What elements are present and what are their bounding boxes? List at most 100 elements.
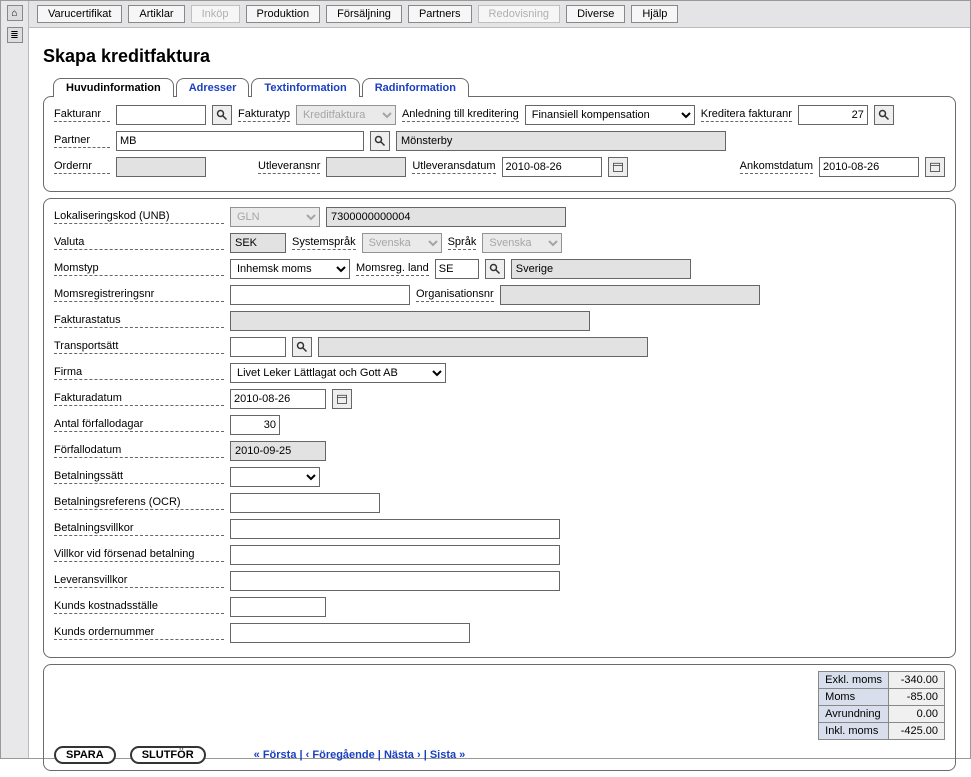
home-icon[interactable]: ⌂ [7,5,23,21]
menu-diverse[interactable]: Diverse [566,5,625,23]
fakturadatum-input[interactable] [230,389,326,409]
leveransvillkor-label: Leveransvillkor [54,574,224,588]
kundorder-input[interactable] [230,623,470,643]
ankomstdatum-input[interactable] [819,157,919,177]
momstyp-select[interactable]: Inhemsk moms [230,259,350,279]
menu-produktion[interactable]: Produktion [246,5,321,23]
leveransvillkor-input[interactable] [230,571,560,591]
fakturanr-input[interactable] [116,105,206,125]
forsenad-input[interactable] [230,545,560,565]
systemsprak-label: Systemspråk [292,236,356,250]
avr-value: 0.00 [889,706,945,723]
exkl-label: Exkl. moms [819,672,889,689]
header-panel: Fakturanr Fakturatyp Kreditfaktura Anled… [43,96,956,192]
betalningsvillkor-label: Betalningsvillkor [54,522,224,536]
forfallodatum-display: 2010-09-25 [230,441,326,461]
avr-label: Avrundning [819,706,889,723]
menu-hjalp[interactable]: Hjälp [631,5,678,23]
footer-bar: SPARA SLUTFÖR « Första | ‹ Föregående | … [54,746,945,764]
momsreg-land-input[interactable] [435,259,479,279]
tab-adresser[interactable]: Adresser [176,78,250,97]
lokkod-label: Lokaliseringskod (UNB) [54,210,224,224]
nav-prev[interactable]: ‹ Föregående [306,749,375,761]
menu-bar: Varucertifikat Artiklar Inköp Produktion… [29,1,970,28]
nav-last[interactable]: Sista » [430,749,465,761]
utleveransdatum-input[interactable] [502,157,602,177]
momsreg-land-label: Momsreg. land [356,262,429,276]
ordernr-label: Ordernr [54,160,110,174]
kostnadsstalle-label: Kunds kostnadsställe [54,600,224,614]
app-window: ⌂ ≣ Varucertifikat Artiklar Inköp Produk… [0,0,971,759]
page-title: Skapa kreditfaktura [43,46,956,67]
moms-label: Moms [819,689,889,706]
fakturadatum-label: Fakturadatum [54,392,224,406]
inkl-label: Inkl. moms [819,723,889,740]
momsregnr-input[interactable] [230,285,410,305]
tab-radinformation[interactable]: Radinformation [362,78,469,97]
partner-name-display: Mönsterby [396,131,726,151]
list-icon[interactable]: ≣ [7,27,23,43]
tab-huvudinformation[interactable]: Huvudinformation [53,78,174,97]
fakturatyp-select: Kreditfaktura [296,105,396,125]
nav-first[interactable]: « Första [254,749,297,761]
kreditera-label: Kreditera fakturanr [701,108,792,122]
ocr-label: Betalningsreferens (OCR) [54,496,224,510]
forfallodatum-label: Förfallodatum [54,444,224,458]
partner-search-icon[interactable] [370,131,390,151]
firma-select[interactable]: Livet Leker Lättlagat och Gott AB [230,363,446,383]
sprak-select: Svenska [482,233,562,253]
transportsatt-search-icon[interactable] [292,337,312,357]
fakturastatus-display [230,311,590,331]
forsenad-label: Villkor vid försenad betalning [54,548,224,562]
betalningssatt-label: Betalningssätt [54,470,224,484]
fakturadatum-calendar-icon[interactable] [332,389,352,409]
momstyp-label: Momstyp [54,262,224,276]
fakturanr-search-icon[interactable] [212,105,232,125]
bottom-panel: Exkl. moms-340.00 Moms-85.00 Avrundning0… [43,664,956,771]
transportsatt-code-input[interactable] [230,337,286,357]
content: Skapa kreditfaktura Huvudinformation Adr… [29,28,970,777]
utleveransdatum-calendar-icon[interactable] [608,157,628,177]
utleveransnr-display [326,157,406,177]
valuta-display: SEK [230,233,286,253]
anledning-select[interactable]: Finansiell kompensation [525,105,695,125]
tabs: Huvudinformation Adresser Textinformatio… [53,77,956,96]
betalningsvillkor-input[interactable] [230,519,560,539]
anledning-label: Anledning till kreditering [402,108,519,122]
ordernr-display [116,157,206,177]
details-panel: Lokaliseringskod (UNB) GLN 7300000000004… [43,198,956,658]
fakturatyp-label: Fakturatyp [238,108,290,122]
ankomstdatum-label: Ankomstdatum [740,160,813,174]
orgnr-display [500,285,760,305]
partner-code-input[interactable] [116,131,364,151]
menu-partners[interactable]: Partners [408,5,472,23]
valuta-label: Valuta [54,236,224,250]
save-button[interactable]: SPARA [54,746,116,764]
kostnadsstalle-input[interactable] [230,597,326,617]
nav-links: « Första | ‹ Föregående | Nästa › | Sist… [254,749,466,761]
exkl-value: -340.00 [889,672,945,689]
betalningssatt-select[interactable] [230,467,320,487]
kreditera-input[interactable] [798,105,868,125]
menu-varucertifikat[interactable]: Varucertifikat [37,5,122,23]
utleveransnr-label: Utleveransnr [258,160,320,174]
main-area: Varucertifikat Artiklar Inköp Produktion… [29,1,970,758]
antal-forfallodagar-input[interactable] [230,415,280,435]
momsreg-land-search-icon[interactable] [485,259,505,279]
ocr-input[interactable] [230,493,380,513]
fakturanr-label: Fakturanr [54,108,110,122]
partner-label: Partner [54,134,110,148]
ankomstdatum-calendar-icon[interactable] [925,157,945,177]
tab-textinformation[interactable]: Textinformation [251,78,359,97]
momsreg-land-name-display: Sverige [511,259,691,279]
momsregnr-label: Momsregistreringsnr [54,288,224,302]
transportsatt-name-display [318,337,648,357]
kundorder-label: Kunds ordernummer [54,626,224,640]
kreditera-search-icon[interactable] [874,105,894,125]
menu-forsaljning[interactable]: Försäljning [326,5,402,23]
nav-next[interactable]: Nästa › [384,749,421,761]
moms-value: -85.00 [889,689,945,706]
menu-artiklar[interactable]: Artiklar [128,5,184,23]
utleveransdatum-label: Utleveransdatum [412,160,495,174]
finish-button[interactable]: SLUTFÖR [130,746,206,764]
